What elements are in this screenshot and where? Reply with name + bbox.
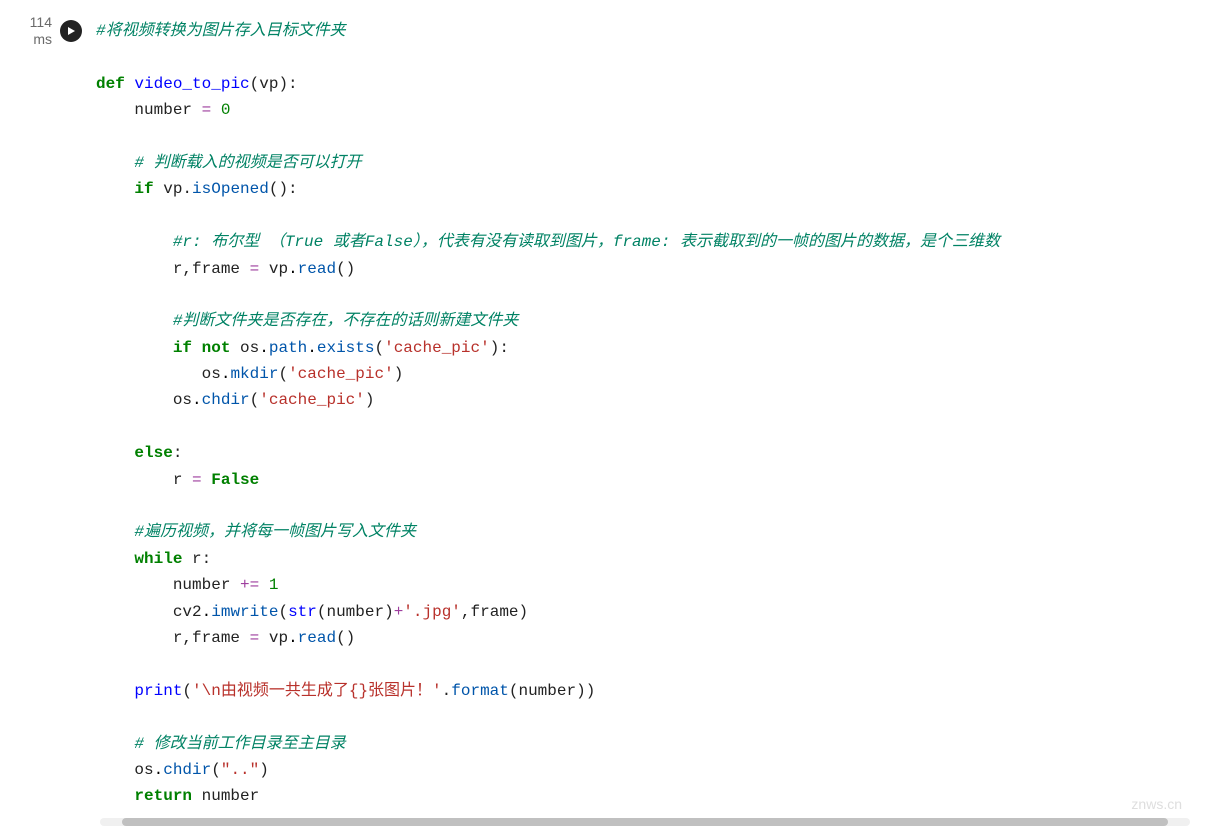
string-literal: 'cache_pic': [259, 391, 365, 409]
exec-time-value: 114: [30, 14, 52, 30]
mod-os: os: [173, 391, 192, 409]
literal-false: False: [211, 471, 259, 489]
keyword-while: while: [134, 550, 182, 568]
notebook-cell: 114 ms #将视频转换为图片存入目标文件夹 def video_to_pic…: [0, 0, 1220, 828]
method-format: format: [451, 682, 509, 700]
method-read: read: [298, 260, 336, 278]
rest: (number)): [509, 682, 595, 700]
comment-line: #判断文件夹是否存在，不存在的话则新建文件夹: [173, 312, 519, 330]
method-isopened: isOpened: [192, 180, 269, 198]
mod-os: os: [240, 339, 259, 357]
paren-close: ): [365, 391, 375, 409]
assign-op: =: [250, 629, 260, 647]
paren-open: (: [182, 682, 192, 700]
literal-one: 1: [269, 576, 279, 594]
paren-open: (: [211, 761, 221, 779]
keyword-not: not: [202, 339, 231, 357]
method-exists: exists: [317, 339, 375, 357]
comment-line: # 判断载入的视频是否可以打开: [134, 154, 361, 172]
dot: .: [182, 180, 192, 198]
code-editor[interactable]: #将视频转换为图片存入目标文件夹 def video_to_pic(vp): n…: [88, 0, 1220, 828]
plus-op: +: [394, 603, 404, 621]
assign-op: =: [250, 260, 260, 278]
var-vp: vp: [269, 260, 288, 278]
string-literal: '\n由视频一共生成了{}张图片！': [192, 682, 442, 700]
keyword-return: return: [134, 787, 192, 805]
call-tail: ():: [269, 180, 298, 198]
while-cond: r:: [192, 550, 211, 568]
method-mkdir: mkdir: [230, 365, 278, 383]
function-name: video_to_pic: [134, 75, 249, 93]
rest: ,frame): [461, 603, 528, 621]
keyword-else: else: [134, 444, 172, 462]
colon: :: [173, 444, 183, 462]
string-literal: 'cache_pic': [384, 339, 490, 357]
string-literal: "..": [221, 761, 259, 779]
paren-close: ): [259, 761, 269, 779]
paren-open: (: [278, 365, 288, 383]
comment-line: #遍历视频，并将每一帧图片写入文件夹: [134, 523, 416, 541]
fn-print: print: [134, 682, 182, 700]
method-chdir: chdir: [202, 391, 250, 409]
assign-op: =: [202, 101, 212, 119]
comment-line: #将视频转换为图片存入目标文件夹: [96, 22, 346, 40]
watermark: znws.cn: [1131, 796, 1182, 812]
dot: .: [442, 682, 452, 700]
keyword-def: def: [96, 75, 125, 93]
mod-os: os: [202, 365, 221, 383]
var-vp: vp: [269, 629, 288, 647]
scrollbar-thumb[interactable]: [122, 818, 1168, 826]
method-chdir: chdir: [163, 761, 211, 779]
string-literal: 'cache_pic': [288, 365, 394, 383]
call-tail: (): [336, 260, 355, 278]
fn-params: (vp):: [250, 75, 298, 93]
attr-path: path: [269, 339, 307, 357]
comment-line: #r: 布尔型 （True 或者False），代表有没有读取到图片，frame:…: [173, 233, 1000, 251]
play-icon: [66, 26, 76, 36]
horizontal-scrollbar[interactable]: [100, 818, 1190, 826]
keyword-if: if: [134, 180, 153, 198]
var-vp: vp: [163, 180, 182, 198]
assign-op: =: [192, 471, 202, 489]
gutter: 114 ms: [0, 0, 88, 828]
var-number: number: [134, 101, 192, 119]
literal-zero: 0: [221, 101, 231, 119]
run-button[interactable]: [60, 20, 82, 42]
execution-time: 114 ms: [30, 14, 52, 48]
var-number: number: [173, 576, 231, 594]
mod-os: os: [134, 761, 153, 779]
tuple-rframe: r,frame: [173, 260, 240, 278]
method-read: read: [298, 629, 336, 647]
exec-time-unit: ms: [33, 31, 52, 47]
var-number: number: [202, 787, 260, 805]
paren-close: ): [394, 365, 404, 383]
method-imwrite: imwrite: [211, 603, 278, 621]
paren-open: (: [278, 603, 288, 621]
comment-line: # 修改当前工作目录至主目录: [134, 735, 345, 753]
paren-open: (: [250, 391, 260, 409]
paren-close: ):: [490, 339, 509, 357]
tuple-rframe: r,frame: [173, 629, 240, 647]
incr-op: +=: [240, 576, 259, 594]
arg-number: (number): [317, 603, 394, 621]
var-r: r: [173, 471, 183, 489]
fn-str: str: [288, 603, 317, 621]
call-tail: (): [336, 629, 355, 647]
mod-cv2: cv2: [173, 603, 202, 621]
string-literal: '.jpg': [403, 603, 461, 621]
paren-open: (: [374, 339, 384, 357]
keyword-if: if: [173, 339, 192, 357]
